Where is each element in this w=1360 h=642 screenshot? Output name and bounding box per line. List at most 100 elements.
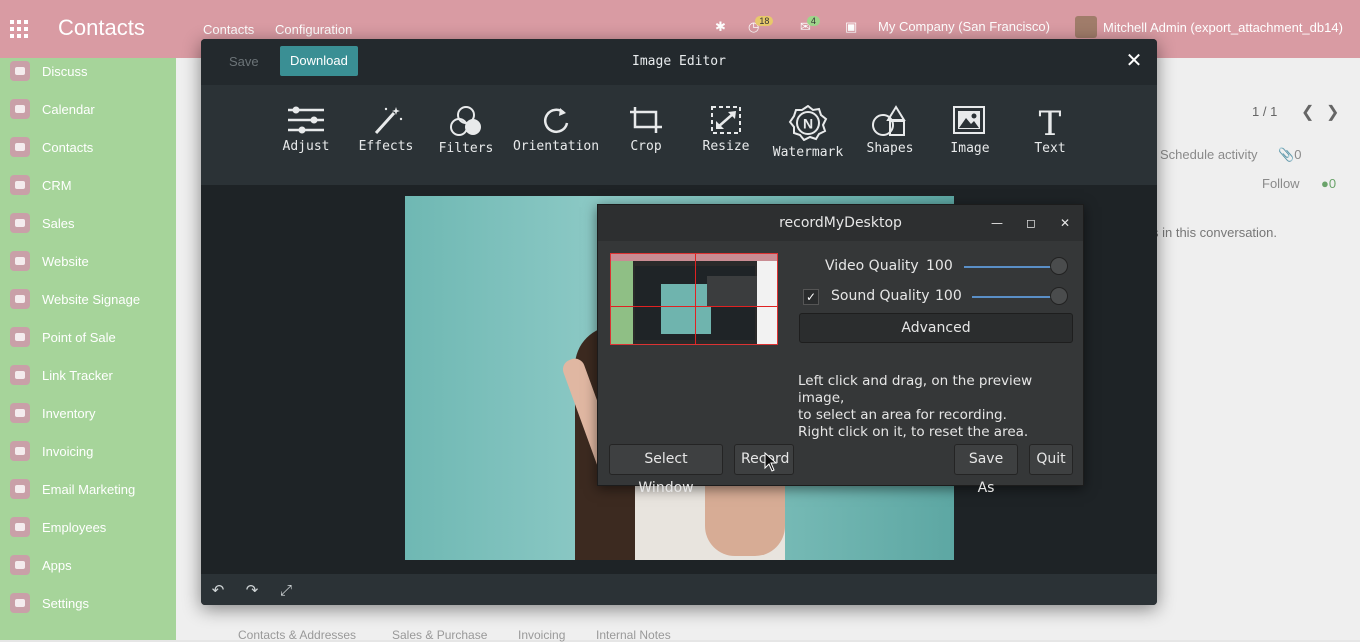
- sidebar-item-email-marketing[interactable]: Email Marketing: [10, 477, 135, 501]
- sidebar-item-crm[interactable]: CRM: [10, 173, 72, 197]
- sidebar-item-inventory[interactable]: Inventory: [10, 401, 95, 425]
- tool-watermark[interactable]: N Watermark: [763, 105, 853, 160]
- rotate-icon: [543, 108, 569, 133]
- chatter-empty-text: s in this conversation.: [1152, 225, 1278, 240]
- sidebar-item-point-of-sale[interactable]: Point of Sale: [10, 325, 116, 349]
- editor-footer: ↶ ↷ ⤢: [201, 574, 1157, 605]
- sidebar-item-label: Employees: [42, 519, 107, 535]
- gift-icon[interactable]: ▣: [845, 19, 857, 35]
- sidebar-item-invoicing[interactable]: Invoicing: [10, 439, 93, 463]
- sidebar-item-label: Website Signage: [42, 291, 141, 307]
- quit-button[interactable]: Quit: [1029, 444, 1073, 475]
- followers-count-value: 0: [1328, 176, 1337, 191]
- sidebar-item-apps[interactable]: Apps: [10, 553, 72, 577]
- sidebar-item-website[interactable]: Website: [10, 249, 89, 273]
- sidebar-item-label: Link Tracker: [42, 367, 113, 383]
- menu-contacts[interactable]: Contacts: [203, 22, 254, 37]
- editor-toolbar: Adjust Effects Filters Orientation Crop …: [201, 85, 1157, 185]
- help-text: Left click and drag, on the preview imag…: [798, 373, 1080, 441]
- sidebar-item-label: Calendar: [42, 101, 95, 117]
- tool-filters[interactable]: Filters: [421, 105, 511, 156]
- messaging-menu[interactable]: ✉ 4: [800, 16, 820, 35]
- sidebar-item-label: Website: [42, 253, 89, 269]
- sidebar-item-label: Apps: [42, 557, 72, 573]
- svg-text:T: T: [1039, 105, 1062, 137]
- tool-effects[interactable]: Effects: [341, 105, 431, 154]
- tool-label: Filters: [438, 141, 494, 156]
- undo-icon[interactable]: ↶: [208, 580, 228, 600]
- redo-icon[interactable]: ↷: [242, 580, 262, 600]
- window-titlebar[interactable]: recordMyDesktop — ◻ ✕: [598, 205, 1083, 241]
- attachments-count[interactable]: 📎0: [1278, 147, 1301, 163]
- advanced-button[interactable]: Advanced: [799, 313, 1073, 343]
- pager-next-icon[interactable]: ❯: [1326, 102, 1339, 122]
- activity-menu[interactable]: ◷ 18: [748, 16, 774, 35]
- sidebar-item-sales[interactable]: Sales: [10, 211, 75, 235]
- invoicing-icon: [10, 441, 30, 461]
- menu-configuration[interactable]: Configuration: [275, 22, 352, 37]
- magic-wand-icon: [374, 107, 403, 135]
- sound-quality-slider[interactable]: [972, 296, 1052, 298]
- company-switcher[interactable]: My Company (San Francisco): [878, 19, 1050, 34]
- close-icon[interactable]: ✕: [1125, 50, 1143, 70]
- tool-image[interactable]: Image: [925, 105, 1015, 156]
- sidebar-item-label: Discuss: [42, 63, 88, 79]
- video-quality-handle[interactable]: [1050, 257, 1068, 275]
- sidebar-item-label: Contacts: [42, 139, 94, 155]
- apps-icon: [10, 555, 30, 575]
- fullscreen-icon[interactable]: ⤢: [276, 580, 296, 600]
- preview-sidebar: [611, 261, 633, 344]
- tool-label: Shapes: [866, 141, 914, 156]
- apps-menu-icon[interactable]: [10, 20, 28, 38]
- sidebar-item-calendar[interactable]: Calendar: [10, 97, 95, 121]
- tool-text[interactable]: T Text: [1005, 105, 1095, 156]
- select-window-button[interactable]: Select Window: [609, 444, 723, 496]
- messages-badge: 4: [806, 16, 820, 26]
- crop-icon: [630, 107, 662, 133]
- tool-orientation[interactable]: Orientation: [511, 105, 601, 154]
- svg-text:N: N: [803, 116, 813, 132]
- shapes-icon: [872, 105, 906, 136]
- sidebar-item-website-signage[interactable]: Website Signage: [10, 287, 140, 311]
- sound-quality-label: Sound Quality: [831, 288, 930, 304]
- tool-shapes[interactable]: Shapes: [845, 105, 935, 156]
- tool-resize[interactable]: Resize: [681, 105, 771, 154]
- pager-prev-icon[interactable]: ❮: [1301, 102, 1314, 122]
- sound-checkbox[interactable]: ✓: [803, 289, 819, 305]
- sidebar-item-label: Invoicing: [42, 443, 94, 459]
- link-icon: [10, 365, 30, 385]
- preview-photo: [661, 284, 711, 334]
- tool-label: Resize: [702, 139, 750, 154]
- editor-title: Image Editor: [632, 54, 726, 69]
- sidebar-item-label: Inventory: [42, 405, 96, 421]
- schedule-activity-link[interactable]: Schedule activity: [1160, 147, 1258, 162]
- preview-crosshair-h: [611, 306, 777, 307]
- close-icon[interactable]: ✕: [1056, 214, 1074, 232]
- sidebar-item-contacts[interactable]: Contacts: [10, 135, 93, 159]
- video-quality-slider[interactable]: [964, 266, 1052, 268]
- signage-icon: [10, 289, 30, 309]
- pager: 1 / 1: [1252, 104, 1278, 119]
- maximize-icon[interactable]: ◻: [1022, 214, 1040, 232]
- tool-adjust[interactable]: Adjust: [261, 105, 351, 154]
- preview-window: [707, 276, 757, 306]
- resize-icon: [711, 106, 741, 134]
- followers-count[interactable]: ●0: [1321, 176, 1336, 191]
- follow-button[interactable]: Follow: [1262, 176, 1300, 191]
- sidebar-item-link-tracker[interactable]: Link Tracker: [10, 363, 113, 387]
- tool-crop[interactable]: Crop: [601, 105, 691, 154]
- help-line: to select an area for recording.: [798, 407, 1007, 423]
- sidebar-item-employees[interactable]: Employees: [10, 515, 106, 539]
- sidebar-item-discuss[interactable]: Discuss: [10, 59, 88, 83]
- tool-label: Text: [1034, 141, 1066, 156]
- minimize-icon[interactable]: —: [988, 214, 1006, 232]
- employees-icon: [10, 517, 30, 537]
- bug-icon[interactable]: ✱: [715, 19, 726, 35]
- sidebar-item-settings[interactable]: Settings: [10, 591, 89, 615]
- save-as-button[interactable]: Save As: [954, 444, 1018, 496]
- help-line: Right click on it, to reset the area.: [798, 424, 1029, 440]
- user-menu[interactable]: Mitchell Admin (export_attachment_db14): [1075, 16, 1343, 38]
- calendar-icon: [10, 99, 30, 119]
- sound-quality-handle[interactable]: [1050, 287, 1068, 305]
- area-preview-image[interactable]: [610, 253, 778, 345]
